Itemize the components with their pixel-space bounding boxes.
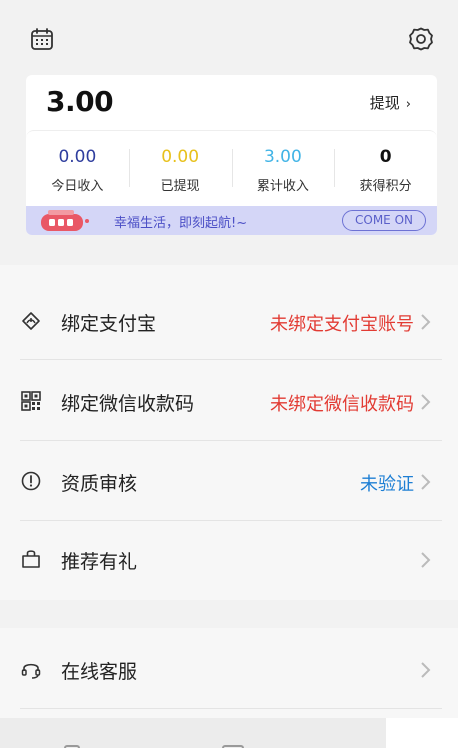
bottom-nav xyxy=(0,718,458,748)
menu-item-title: 在线客服 xyxy=(61,661,138,683)
stat-points: 0 获得积分 xyxy=(334,131,437,208)
stat-total-income: 3.00 累计收入 xyxy=(231,131,335,208)
nav-tab-active[interactable] xyxy=(386,718,458,748)
alipay-icon xyxy=(22,312,40,330)
menu-item-alipay[interactable]: 绑定支付宝 未绑定支付宝账号 xyxy=(0,282,458,362)
menu-item-title: 推荐有礼 xyxy=(61,551,138,573)
settings-list: 绑定支付宝 未绑定支付宝账号 绑定微信收款码 未绑定微信收款码 资质审核 未验证 xyxy=(0,265,458,600)
withdraw-label: 提现 xyxy=(369,94,400,112)
stat-value: 0.00 xyxy=(58,147,97,167)
stat-label: 获得积分 xyxy=(359,179,412,194)
wallet-card: 3.00 提现 › 0.00 今日收入 0.00 已提现 3.00 累计收入 0 … xyxy=(26,75,437,235)
calendar-icon[interactable] xyxy=(30,27,54,51)
top-bar xyxy=(0,0,458,70)
divider xyxy=(20,359,442,360)
promo-banner[interactable]: 幸福生活，即刻起航!~ COME ON xyxy=(26,206,437,235)
stat-value: 0 xyxy=(379,147,392,167)
alert-circle-icon xyxy=(21,471,41,491)
stats-row: 0.00 今日收入 0.00 已提现 3.00 累计收入 0 获得积分 xyxy=(26,130,437,208)
chevron-right-icon xyxy=(421,552,431,568)
menu-item-status: 未绑定支付宝账号 xyxy=(270,314,414,335)
banner-slogan: 幸福生活，即刻起航!~ xyxy=(114,216,248,231)
menu-item-title: 资质审核 xyxy=(61,473,138,495)
withdraw-link[interactable]: 提现 › xyxy=(370,92,411,113)
gear-icon[interactable] xyxy=(408,26,434,52)
stat-label: 累计收入 xyxy=(256,179,309,194)
menu-item-wechat[interactable]: 绑定微信收款码 未绑定微信收款码 xyxy=(0,362,458,442)
menu-item-status: 未绑定微信收款码 xyxy=(270,394,414,415)
chevron-right-icon: › xyxy=(405,97,411,112)
menu-item-referral[interactable]: 推荐有礼 xyxy=(0,520,458,600)
divider xyxy=(20,708,442,709)
stat-value: 3.00 xyxy=(263,147,302,167)
menu-item-title: 绑定微信收款码 xyxy=(61,393,195,415)
qrcode-icon xyxy=(21,391,41,411)
menu-item-title: 绑定支付宝 xyxy=(61,313,157,335)
balance-amount: 3.00 xyxy=(46,85,114,118)
come-on-button[interactable]: COME ON xyxy=(342,210,426,231)
stat-value: 0.00 xyxy=(161,147,200,167)
gift-bag-icon xyxy=(22,550,40,568)
chevron-right-icon xyxy=(421,662,431,678)
menu-item-verification[interactable]: 资质审核 未验证 xyxy=(0,442,458,522)
menu-item-customer-service[interactable]: 在线客服 xyxy=(0,630,458,710)
chevron-right-icon xyxy=(421,474,431,490)
headset-icon xyxy=(21,663,41,679)
chevron-right-icon xyxy=(421,394,431,410)
support-list: 在线客服 xyxy=(0,628,458,718)
menu-item-status: 未验证 xyxy=(360,474,414,495)
stat-label: 今日收入 xyxy=(51,179,104,194)
stat-label: 已提现 xyxy=(160,179,200,194)
divider xyxy=(20,440,442,441)
train-icon xyxy=(41,210,89,231)
stat-withdrawn: 0.00 已提现 xyxy=(128,131,232,208)
chevron-right-icon xyxy=(421,314,431,330)
stat-today-income: 0.00 今日收入 xyxy=(26,131,129,208)
